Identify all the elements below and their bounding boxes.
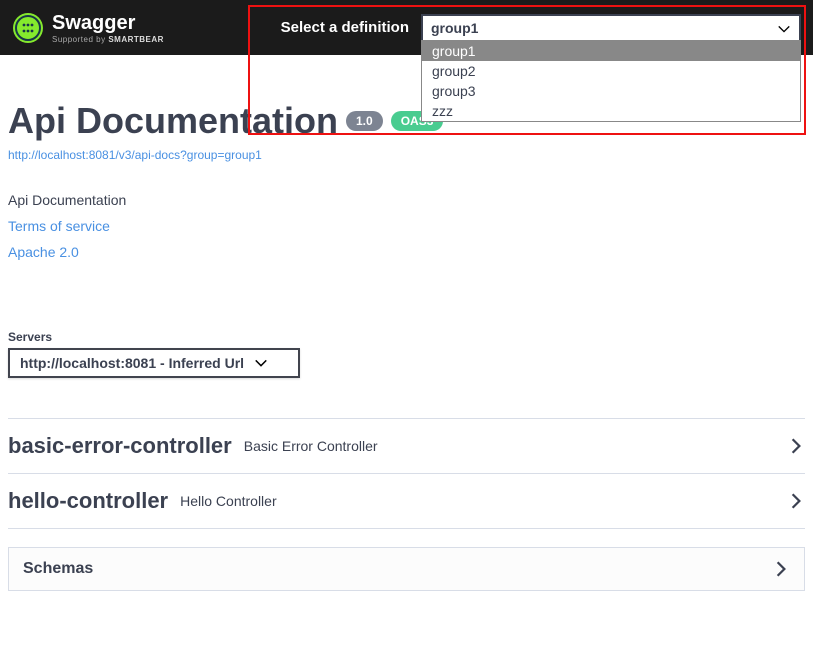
definition-selector-area: Select a definition group1 group1 group2… bbox=[281, 14, 801, 42]
servers-select[interactable]: http://localhost:8081 - Inferred Url bbox=[8, 348, 300, 378]
chevron-down-icon bbox=[254, 356, 268, 370]
definition-option[interactable]: group1 bbox=[422, 41, 800, 61]
schemas-section[interactable]: Schemas bbox=[8, 547, 805, 591]
definition-option[interactable]: zzz bbox=[422, 101, 800, 121]
tag-list: basic-error-controller Basic Error Contr… bbox=[8, 418, 805, 529]
page-title: Api Documentation bbox=[8, 100, 338, 142]
main-content: Api Documentation 1.0 OAS3 http://localh… bbox=[0, 100, 813, 591]
definition-dropdown: group1 group2 group3 zzz bbox=[421, 40, 801, 122]
tag-name: basic-error-controller bbox=[8, 433, 232, 459]
chevron-right-icon bbox=[787, 437, 805, 455]
definition-label: Select a definition bbox=[281, 19, 409, 36]
logo: Swagger Supported by SMARTBEAR bbox=[12, 12, 164, 44]
api-docs-url[interactable]: http://localhost:8081/v3/api-docs?group=… bbox=[8, 148, 262, 162]
terms-of-service-link[interactable]: Terms of service bbox=[8, 218, 805, 234]
api-description: Api Documentation bbox=[8, 192, 805, 208]
servers-selected-value: http://localhost:8081 - Inferred Url bbox=[20, 355, 244, 371]
tag-description: Basic Error Controller bbox=[244, 438, 787, 454]
version-badge: 1.0 bbox=[346, 111, 383, 131]
tag-section[interactable]: basic-error-controller Basic Error Contr… bbox=[8, 419, 805, 474]
definition-selected-value: group1 bbox=[431, 20, 478, 36]
license-link[interactable]: Apache 2.0 bbox=[8, 244, 805, 260]
chevron-right-icon bbox=[787, 492, 805, 510]
logo-text: Swagger bbox=[52, 12, 164, 35]
logo-subtext: Supported by SMARTBEAR bbox=[52, 35, 164, 44]
tag-description: Hello Controller bbox=[180, 493, 787, 509]
definition-option[interactable]: group2 bbox=[422, 61, 800, 81]
chevron-down-icon bbox=[777, 22, 791, 36]
servers-label: Servers bbox=[8, 330, 805, 344]
topbar: Swagger Supported by SMARTBEAR Select a … bbox=[0, 0, 813, 55]
chevron-right-icon bbox=[772, 560, 790, 578]
tag-name: hello-controller bbox=[8, 488, 168, 514]
definition-select[interactable]: group1 group1 group2 group3 zzz bbox=[421, 14, 801, 42]
swagger-icon bbox=[12, 12, 44, 44]
definition-option[interactable]: group3 bbox=[422, 81, 800, 101]
tag-section[interactable]: hello-controller Hello Controller bbox=[8, 474, 805, 528]
schemas-title: Schemas bbox=[23, 560, 772, 578]
